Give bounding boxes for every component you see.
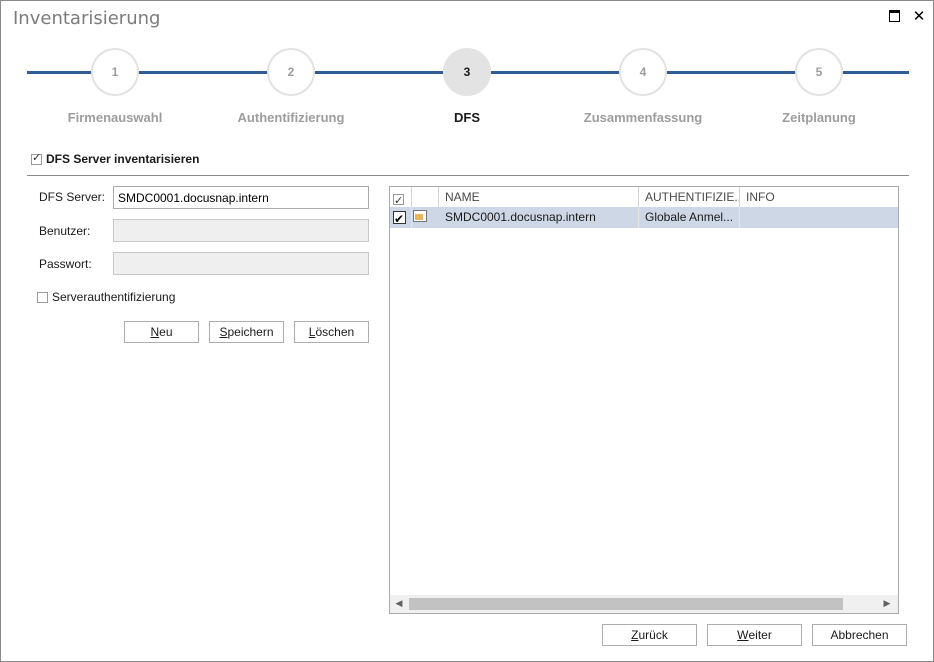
- scroll-right-arrow-icon[interactable]: ▶: [880, 597, 894, 611]
- server-icon: [413, 210, 427, 222]
- window-title: Inventarisierung: [13, 8, 161, 29]
- server-auth-toggle[interactable]: Serverauthentifizierung: [37, 290, 175, 304]
- select-all-checkbox[interactable]: [393, 191, 404, 207]
- password-label: Passwort:: [39, 257, 92, 271]
- step-4-circle: 4: [619, 48, 667, 96]
- step-2-circle: 2: [267, 48, 315, 96]
- scroll-left-arrow-icon[interactable]: ◀: [392, 597, 406, 611]
- row-checkbox-cell[interactable]: [390, 207, 412, 228]
- user-label: Benutzer:: [39, 224, 91, 238]
- step-1-circle: 1: [91, 48, 139, 96]
- step-4-label: Zusammenfassung: [583, 110, 703, 125]
- back-button[interactable]: Zurück: [602, 624, 697, 646]
- user-input[interactable]: [113, 219, 369, 242]
- close-button[interactable]: ✕: [910, 7, 928, 25]
- password-input[interactable]: [113, 252, 369, 275]
- row-checkbox[interactable]: [393, 209, 406, 228]
- step-3-circle: 3: [443, 48, 491, 96]
- save-button[interactable]: Speichern: [209, 321, 284, 343]
- server-input[interactable]: [113, 186, 369, 209]
- header-select-all[interactable]: [390, 187, 412, 207]
- server-auth-label: Serverauthentifizierung: [52, 290, 176, 304]
- maximize-button[interactable]: [885, 7, 903, 25]
- server-auth-checkbox[interactable]: [37, 291, 48, 303]
- step-5-circle: 5: [795, 48, 843, 96]
- delete-button[interactable]: Löschen: [294, 321, 369, 343]
- horizontal-scrollbar[interactable]: ◀ ▶: [390, 595, 898, 613]
- dfs-inventory-checkbox[interactable]: [31, 151, 42, 165]
- row-authentication: Globale Anmel...: [639, 207, 740, 228]
- dfs-server-table: NAME AUTHENTIFIZIE... INFO SMDC0001.docu…: [389, 186, 899, 614]
- header-name[interactable]: NAME: [439, 187, 639, 207]
- row-name: SMDC0001.docusnap.intern: [439, 207, 639, 228]
- dfs-inventory-toggle[interactable]: DFS Server inventarisieren: [31, 151, 200, 166]
- new-button[interactable]: Neu: [124, 321, 199, 343]
- step-5-label: Zeitplanung: [782, 110, 856, 125]
- dfs-inventory-label: DFS Server inventarisieren: [46, 152, 200, 166]
- close-icon: ✕: [912, 7, 926, 25]
- scrollbar-thumb[interactable]: [409, 598, 843, 610]
- server-label: DFS Server:: [39, 190, 106, 204]
- row-icon-cell: [412, 207, 439, 228]
- cancel-button[interactable]: Abbrechen: [812, 624, 907, 646]
- row-info: [740, 207, 898, 228]
- maximize-icon: [888, 10, 900, 22]
- next-button[interactable]: Weiter: [707, 624, 802, 646]
- table-header: NAME AUTHENTIFIZIE... INFO: [390, 187, 898, 208]
- wizard-window: Inventarisierung ✕ 1 2 3 4 5 Firmenauswa…: [0, 0, 934, 662]
- table-row[interactable]: SMDC0001.docusnap.intern Globale Anmel..…: [390, 207, 898, 228]
- header-icon-column[interactable]: [412, 187, 439, 207]
- step-1-label: Firmenauswahl: [67, 110, 163, 125]
- step-2-label: Authentifizierung: [237, 110, 345, 125]
- header-authentication[interactable]: AUTHENTIFIZIE...: [639, 187, 740, 207]
- header-info[interactable]: INFO: [740, 187, 898, 207]
- section-divider: [27, 175, 909, 176]
- step-3-label: DFS: [454, 110, 480, 125]
